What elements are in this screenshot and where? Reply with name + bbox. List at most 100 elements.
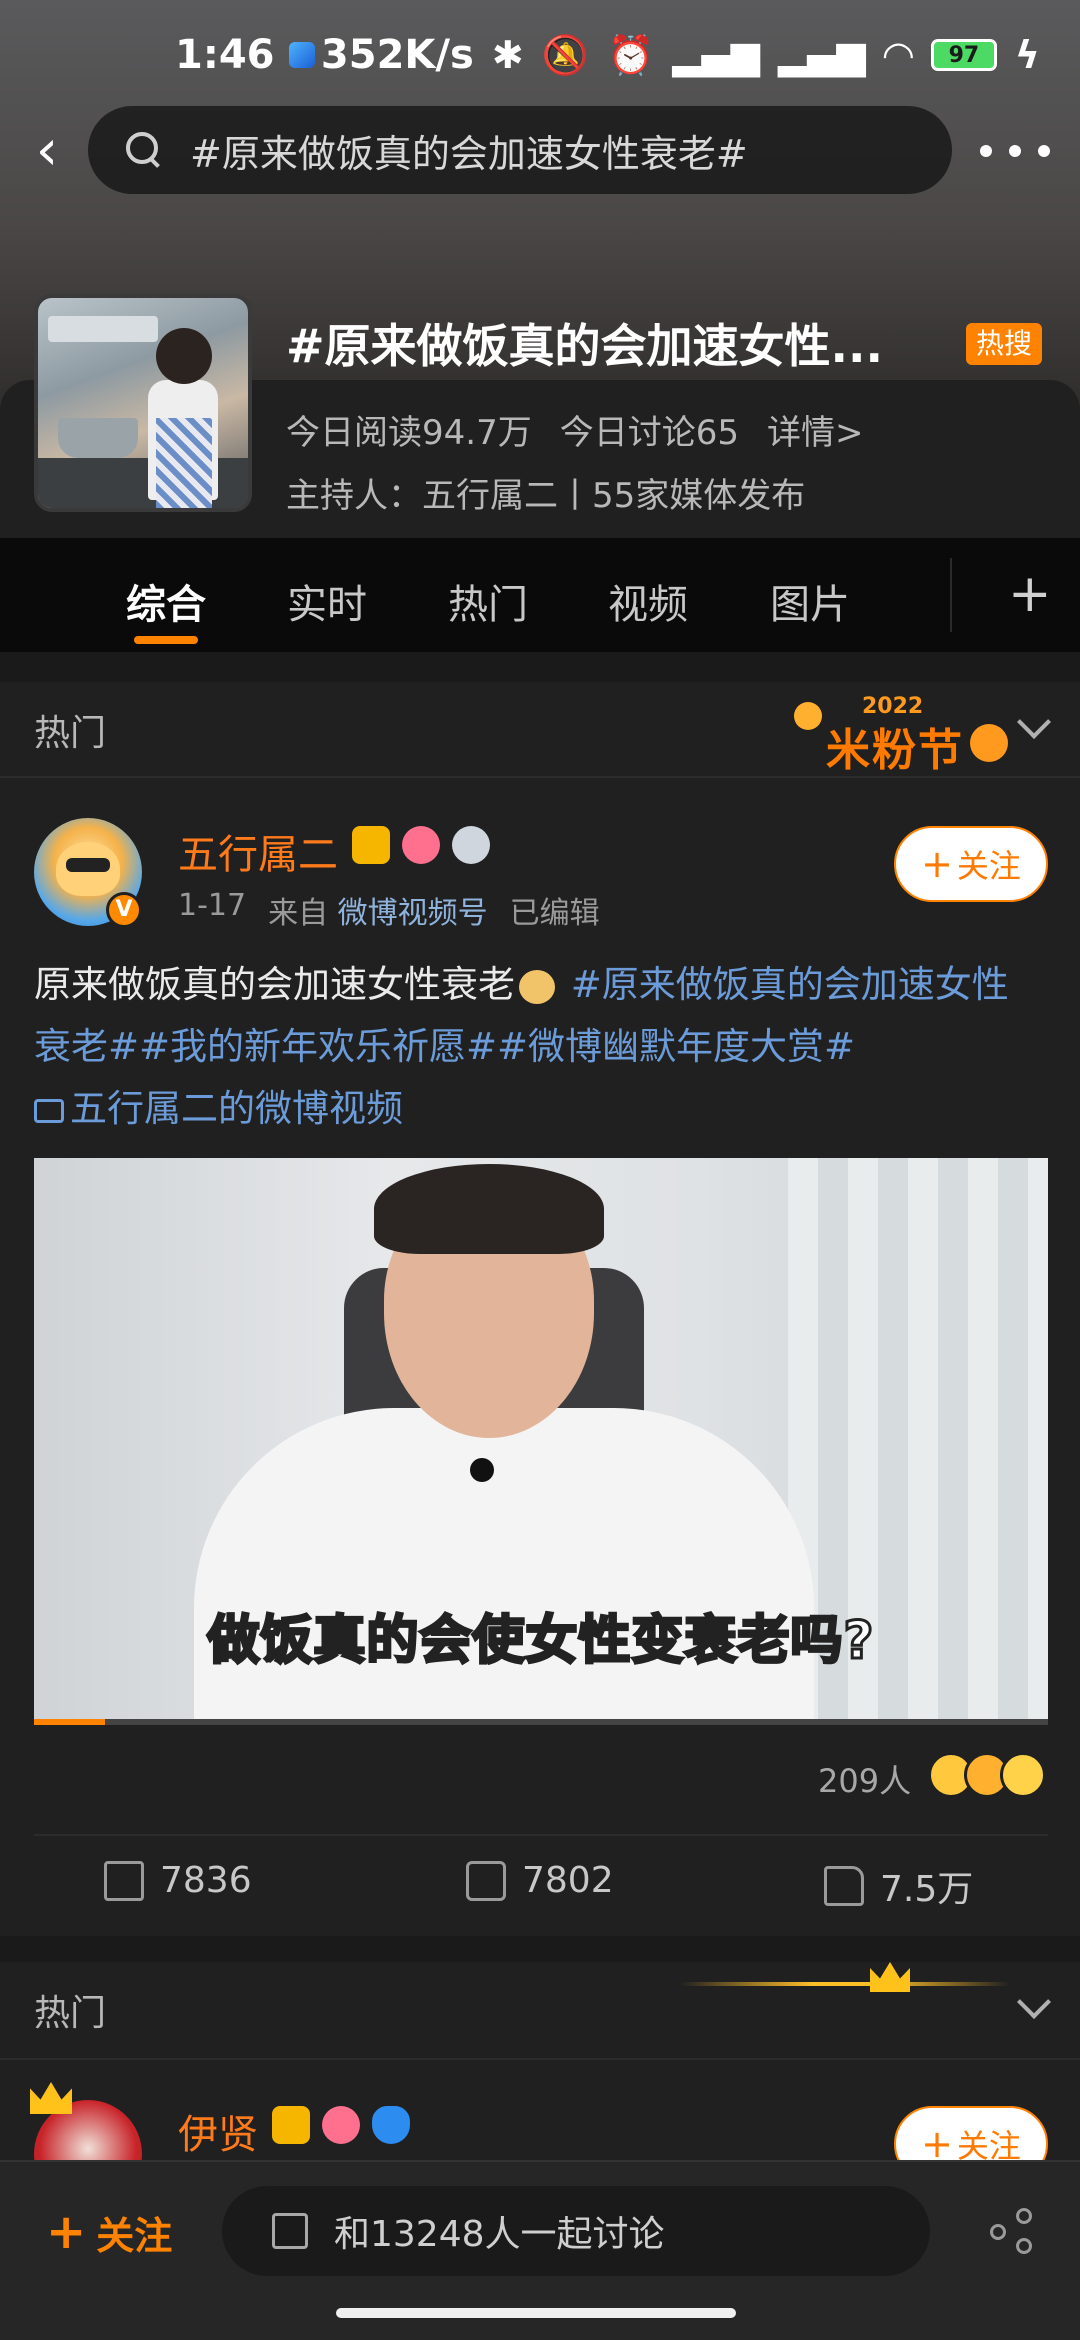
mifen-name: 米粉节 <box>826 725 964 776</box>
section-label: 热门 <box>34 713 107 754</box>
medal-badge-icon[interactable] <box>452 826 490 864</box>
plus-icon: + <box>921 842 953 886</box>
video-progress-track[interactable] <box>34 1719 1048 1725</box>
topic-thumbnail[interactable] <box>34 294 252 512</box>
wifi-icon: ◠ <box>883 33 913 77</box>
thumbnail-apron <box>156 418 212 508</box>
home-indicator[interactable] <box>336 2308 736 2318</box>
topic-details-link[interactable]: 详情> <box>767 405 864 454</box>
post-meta: 1-17 来自 微博视频号 已编辑 <box>178 888 600 932</box>
bottom-follow-button[interactable]: + 关注 <box>46 2204 172 2260</box>
mute-icon: 🔕 <box>541 32 590 77</box>
search-icon <box>124 130 164 170</box>
post-date: 1-17 <box>178 888 247 923</box>
reaction-emojis[interactable] <box>928 1752 1046 1798</box>
discussion-input[interactable]: 和13248人一起讨论 <box>222 2186 930 2276</box>
repost-icon <box>104 1860 144 1901</box>
thumbnail-stove <box>38 458 248 508</box>
add-tab-button[interactable]: + <box>1008 568 1052 620</box>
vip-crown-icon[interactable] <box>352 826 390 864</box>
tab-realtime[interactable]: 实时 <box>287 572 367 630</box>
shield-badge-icon[interactable] <box>372 2106 410 2144</box>
post-source-prefix: 来自 <box>268 896 329 931</box>
video-caption: 做饭真的会使女性变衰老吗? <box>206 1610 875 1673</box>
tab-divider <box>950 558 952 632</box>
post-source-link[interactable]: 微博视频号 <box>338 896 488 931</box>
active-tab-indicator <box>134 636 198 644</box>
video-camera-icon <box>34 1098 64 1123</box>
comment-button[interactable]: 7802 <box>466 1860 614 1901</box>
edit-icon <box>272 2213 308 2249</box>
post-edited-label: 已编辑 <box>509 896 600 931</box>
verified-badge: V <box>106 892 142 928</box>
like-count: 7.5万 <box>880 1869 974 1910</box>
network-speed: 352K/s <box>320 32 474 78</box>
pig-badge-icon[interactable] <box>322 2106 360 2144</box>
tab-video[interactable]: 视频 <box>608 572 688 630</box>
status-indicators: 352K/s ✱ 🔕 ⏰ ▂▄▆ ▂▄▆ ◠ 97 ϟ <box>321 32 1040 78</box>
search-bar[interactable]: #原来做饭真的会加速女性衰老# <box>88 106 952 194</box>
hot-section-header: 热门 2022 米粉节 <box>0 682 1080 778</box>
comment-count: 7802 <box>522 1860 614 1901</box>
chevron-down-icon[interactable] <box>1017 1985 1051 2019</box>
bluetooth-icon: ✱ <box>491 33 524 77</box>
mifen-ball-icon <box>970 724 1008 762</box>
signal-2-icon: ▂▄▆ <box>778 33 866 77</box>
more-options-button[interactable] <box>980 118 1050 184</box>
thumbnail-range-hood <box>48 316 158 342</box>
video-link[interactable]: 五行属二的微博视频 <box>34 1087 403 1130</box>
status-time: 1:46 <box>175 32 275 78</box>
thumbnail-pot <box>58 418 138 458</box>
tab-bar: 综合 实时 热门 视频 图片 + <box>0 538 1080 652</box>
hot-section-header-2: 热门 <box>0 1962 1080 2058</box>
share-node <box>1016 2208 1032 2224</box>
mifen-festival-banner[interactable]: 2022 米粉节 <box>790 694 1010 776</box>
battery-icon: 97 <box>930 39 997 71</box>
discussion-placeholder: 和13248人一起讨论 <box>334 2214 665 2255</box>
share-icon[interactable] <box>990 2208 1036 2254</box>
hashtag-link[interactable]: #微博幽默年度大赏# <box>497 1025 855 1068</box>
user-badges <box>272 2106 410 2144</box>
pig-badge-icon[interactable] <box>402 826 440 864</box>
grin-emoji-icon <box>1000 1752 1046 1798</box>
mifen-ball-icon <box>794 702 822 730</box>
hot-search-badge: 热搜 <box>966 323 1043 365</box>
topic-title: #原来做饭真的会加速女性... <box>286 319 883 373</box>
reaction-count: 209人 <box>818 1762 912 1800</box>
plus-icon: + <box>46 2204 87 2260</box>
repost-count: 7836 <box>160 1860 252 1901</box>
follow-label: 关注 <box>956 847 1021 885</box>
tab-images[interactable]: 图片 <box>770 572 850 630</box>
status-bar: 1:46 352K/s ✱ 🔕 ⏰ ▂▄▆ ▂▄▆ ◠ 97 ϟ <box>0 0 1080 110</box>
post-text-plain: 原来做饭真的会加速女性衰老 <box>34 963 515 1006</box>
tab-comprehensive[interactable]: 综合 <box>126 572 206 630</box>
topic-stats: 今日阅读94.7万 今日讨论65 详情> <box>286 405 863 454</box>
post-username[interactable]: 五行属二 <box>178 822 338 880</box>
section-label: 热门 <box>34 1993 107 2034</box>
thumbnail-person-head <box>156 328 212 384</box>
like-icon <box>824 1866 864 1906</box>
tab-hot[interactable]: 热门 <box>448 572 528 630</box>
video-link-label: 五行属二的微博视频 <box>70 1087 403 1130</box>
topic-discussions: 今日讨论65 <box>559 413 739 453</box>
share-node <box>990 2224 1006 2240</box>
hashtag-link[interactable]: #我的新年欢乐祈愿# <box>139 1025 497 1068</box>
more-dot-icon <box>1038 145 1050 157</box>
bottom-follow-label: 关注 <box>96 2213 173 2258</box>
vip-crown-icon[interactable] <box>272 2106 310 2144</box>
back-button[interactable]: ‹ <box>22 118 72 184</box>
repost-button[interactable]: 7836 <box>104 1860 252 1901</box>
app-notification-icon <box>288 42 315 68</box>
post-text: 原来做饭真的会加速女性衰老 #原来做饭真的会加速女性衰老##我的新年欢乐祈愿##… <box>34 954 1044 1140</box>
signal-icon: ▂▄▆ <box>672 33 761 77</box>
battery-level: 97 <box>948 42 980 68</box>
alarm-icon: ⏰ <box>607 32 655 77</box>
follow-button[interactable]: + 关注 <box>894 826 1048 902</box>
chevron-down-icon[interactable] <box>1017 705 1051 739</box>
action-divider <box>34 1834 1048 1836</box>
video-player[interactable]: 做饭真的会使女性变衰老吗? <box>34 1158 1048 1722</box>
like-button[interactable]: 7.5万 <box>824 1860 973 1912</box>
charging-icon: ϟ <box>1014 33 1040 77</box>
topic-reads: 今日阅读94.7万 <box>286 413 532 453</box>
post-username[interactable]: 伊贤 <box>178 2102 258 2160</box>
